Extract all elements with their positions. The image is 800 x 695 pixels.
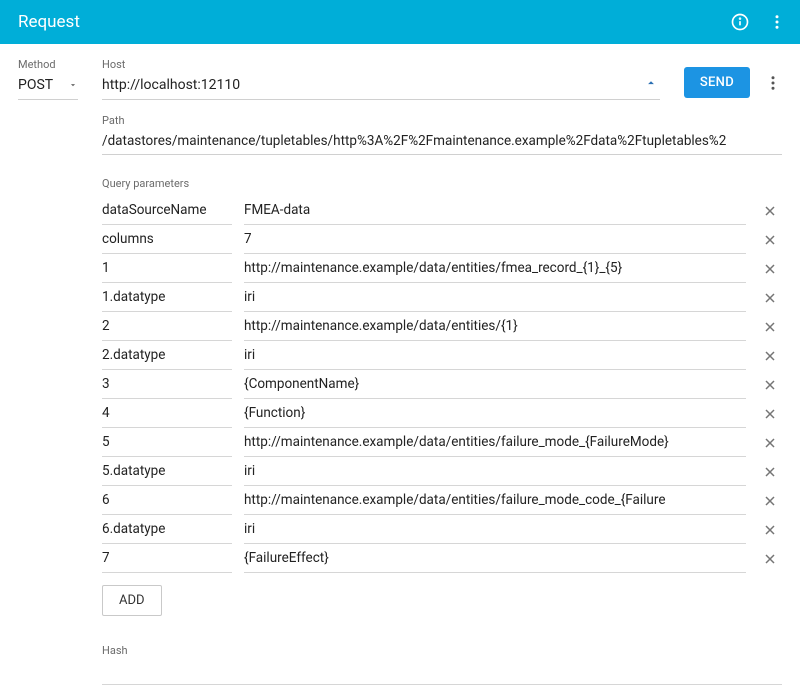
host-collapse-icon[interactable] — [644, 75, 658, 94]
param-key-input[interactable] — [102, 196, 232, 225]
param-key-input[interactable] — [102, 225, 232, 254]
param-key-input[interactable] — [102, 457, 232, 486]
param-row — [102, 254, 782, 283]
path-label: Path — [102, 114, 782, 127]
param-value-input[interactable] — [244, 341, 746, 370]
param-row — [102, 196, 782, 225]
delete-param-icon[interactable] — [758, 518, 782, 542]
host-input[interactable] — [102, 73, 660, 100]
param-row — [102, 283, 782, 312]
header-actions — [730, 12, 786, 32]
param-value-input[interactable] — [244, 544, 746, 573]
hash-label: Hash — [102, 644, 782, 657]
param-value-input[interactable] — [244, 312, 746, 341]
param-key-input[interactable] — [102, 312, 232, 341]
delete-param-icon[interactable] — [758, 257, 782, 281]
info-icon[interactable] — [730, 12, 750, 32]
param-row — [102, 312, 782, 341]
delete-param-icon[interactable] — [758, 199, 782, 223]
param-key-input[interactable] — [102, 370, 232, 399]
param-value-input[interactable] — [244, 486, 746, 515]
params-list — [102, 196, 782, 573]
param-key-input[interactable] — [102, 515, 232, 544]
method-value: POST — [18, 77, 53, 93]
param-value-input[interactable] — [244, 283, 746, 312]
send-button[interactable]: SEND — [684, 67, 750, 98]
delete-param-icon[interactable] — [758, 228, 782, 252]
param-value-input[interactable] — [244, 254, 746, 283]
param-row — [102, 370, 782, 399]
delete-param-icon[interactable] — [758, 460, 782, 484]
method-select[interactable]: POST — [18, 73, 78, 100]
more-options-icon[interactable] — [764, 74, 782, 92]
param-value-input[interactable] — [244, 399, 746, 428]
param-key-input[interactable] — [102, 283, 232, 312]
param-key-input[interactable] — [102, 544, 232, 573]
path-input[interactable] — [102, 129, 782, 155]
param-value-input[interactable] — [244, 457, 746, 486]
param-value-input[interactable] — [244, 515, 746, 544]
request-header: Request — [0, 0, 800, 44]
param-row — [102, 399, 782, 428]
param-row — [102, 428, 782, 457]
param-key-input[interactable] — [102, 341, 232, 370]
param-key-input[interactable] — [102, 428, 232, 457]
param-key-input[interactable] — [102, 399, 232, 428]
host-label: Host — [102, 58, 660, 71]
delete-param-icon[interactable] — [758, 373, 782, 397]
param-value-input[interactable] — [244, 225, 746, 254]
request-body: Method POST Host SEND Path Query paramet… — [0, 44, 800, 695]
param-row — [102, 457, 782, 486]
param-key-input[interactable] — [102, 486, 232, 515]
param-row — [102, 486, 782, 515]
delete-param-icon[interactable] — [758, 431, 782, 455]
delete-param-icon[interactable] — [758, 286, 782, 310]
chevron-down-icon — [68, 80, 78, 90]
delete-param-icon[interactable] — [758, 402, 782, 426]
delete-param-icon[interactable] — [758, 315, 782, 339]
add-param-button[interactable]: ADD — [102, 585, 162, 616]
param-row — [102, 341, 782, 370]
hash-input[interactable] — [102, 657, 782, 685]
param-row — [102, 544, 782, 573]
method-host-row: Method POST Host SEND — [18, 58, 782, 100]
main-area: Path Query parameters ADD Hash — [102, 114, 782, 685]
param-row — [102, 515, 782, 544]
param-value-input[interactable] — [244, 428, 746, 457]
delete-param-icon[interactable] — [758, 344, 782, 368]
delete-param-icon[interactable] — [758, 547, 782, 571]
param-row — [102, 225, 782, 254]
panel-title: Request — [18, 12, 730, 32]
param-value-input[interactable] — [244, 196, 746, 225]
more-vert-icon[interactable] — [768, 13, 786, 31]
delete-param-icon[interactable] — [758, 489, 782, 513]
param-key-input[interactable] — [102, 254, 232, 283]
query-params-label: Query parameters — [102, 177, 782, 190]
param-value-input[interactable] — [244, 370, 746, 399]
method-label: Method — [18, 58, 78, 71]
